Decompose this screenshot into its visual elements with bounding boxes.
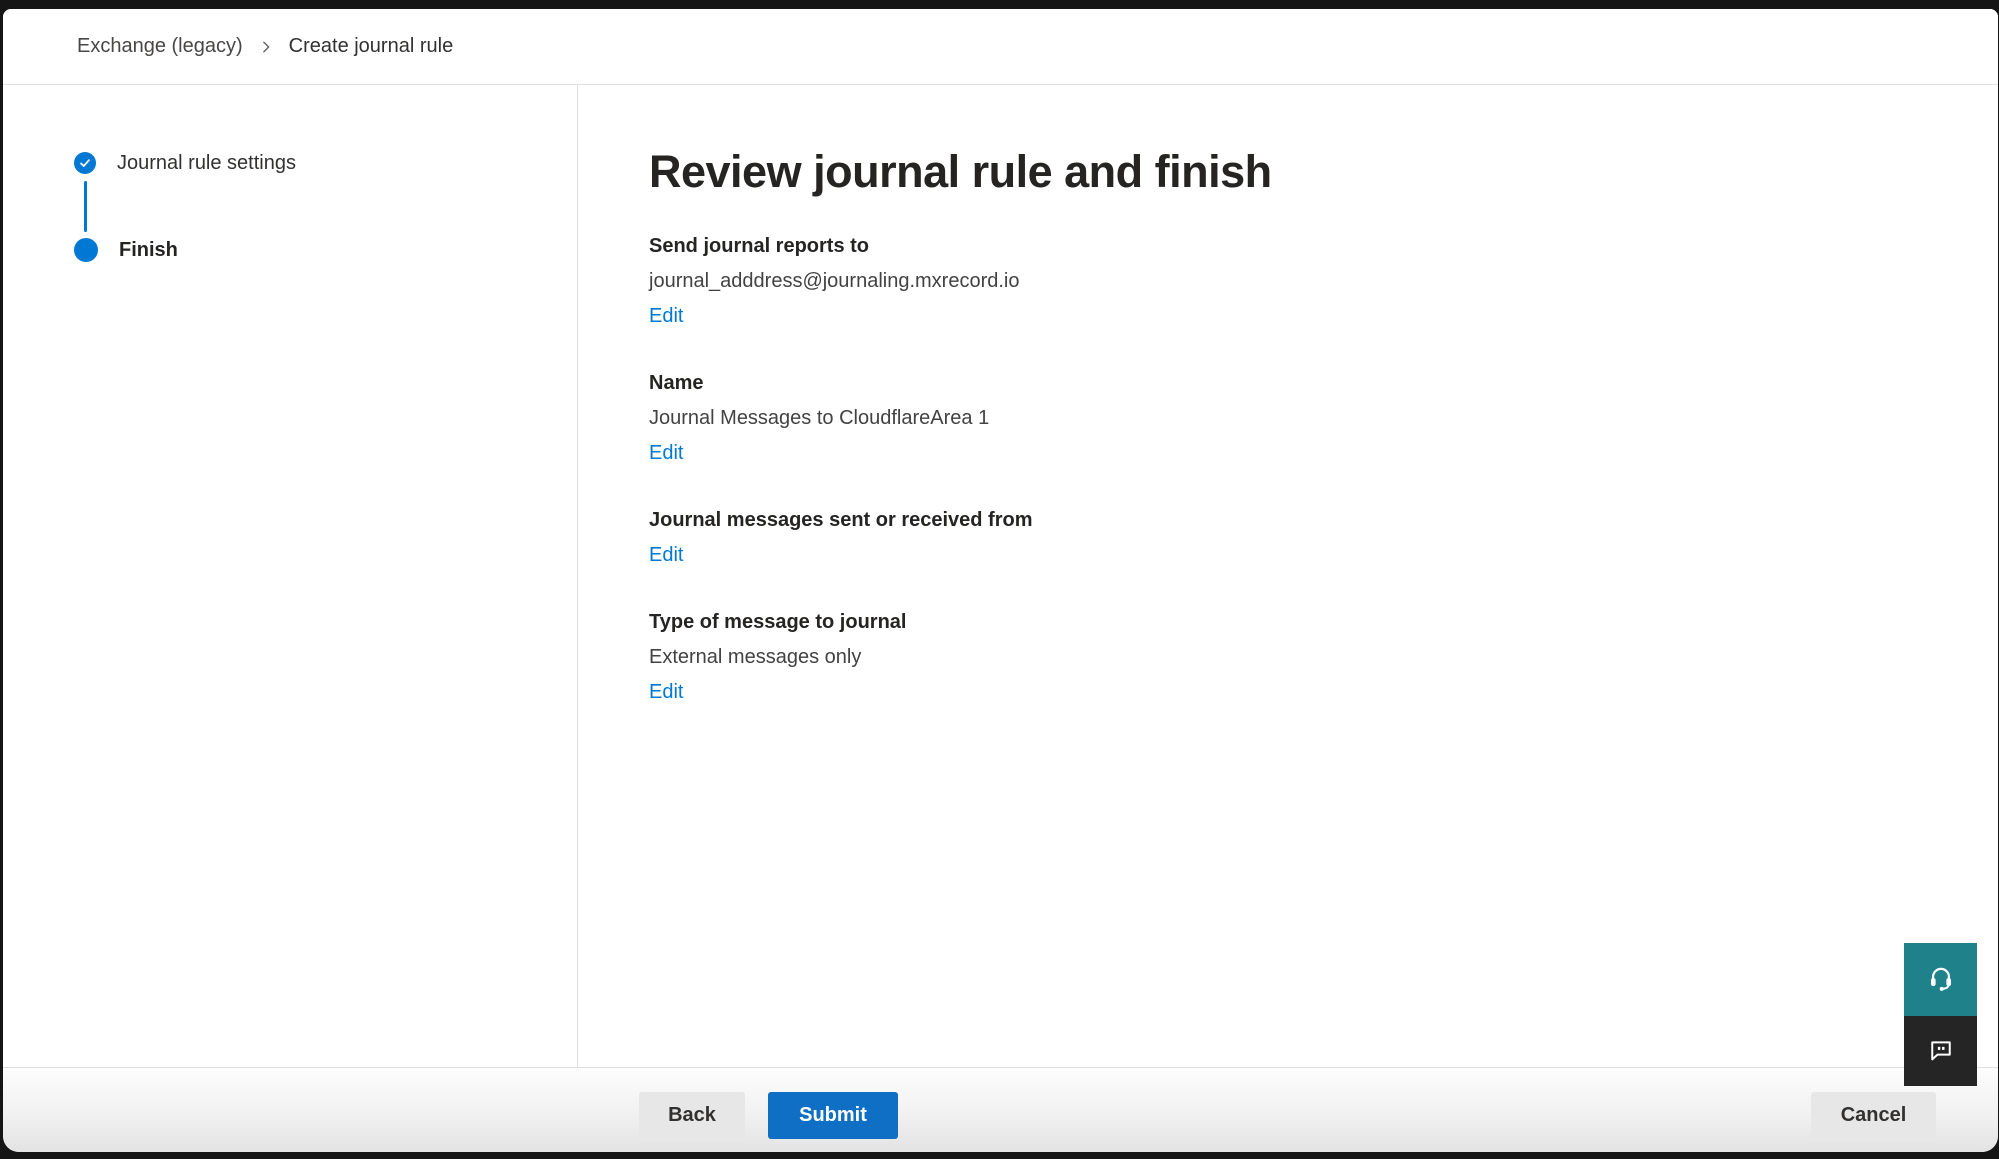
section-label: Type of message to journal: [649, 605, 1958, 640]
journal-report-address: journal_adddress@journaling.mxrecord.io: [649, 264, 1958, 299]
section-name: Name Journal Messages to CloudflareArea …: [649, 366, 1958, 471]
back-button[interactable]: Back: [639, 1092, 745, 1139]
section-journal-messages-from: Journal messages sent or received from E…: [649, 503, 1958, 573]
cancel-button[interactable]: Cancel: [1811, 1092, 1936, 1139]
step-finish: Finish: [74, 236, 577, 264]
chevron-right-icon: [259, 40, 273, 54]
headset-icon: [1927, 964, 1955, 995]
step-completed-check-icon: [74, 152, 96, 174]
edit-send-journal-reports-link[interactable]: Edit: [649, 299, 683, 334]
feedback-button[interactable]: [1904, 1016, 1977, 1086]
floating-action-stack: [1904, 943, 1977, 1086]
wizard-footer: Back Submit Cancel: [3, 1067, 1998, 1152]
step-label: Finish: [119, 236, 178, 264]
section-send-journal-reports-to: Send journal reports to journal_adddress…: [649, 229, 1958, 334]
journal-rule-name: Journal Messages to CloudflareArea 1: [649, 401, 1958, 436]
step-connector-line: [84, 181, 87, 232]
page-title: Review journal rule and finish: [649, 145, 1958, 199]
breadcrumb-bar: Exchange (legacy) Create journal rule: [3, 9, 1998, 85]
breadcrumb-exchange-legacy[interactable]: Exchange (legacy): [77, 35, 243, 58]
section-label: Journal messages sent or received from: [649, 503, 1958, 538]
step-label: Journal rule settings: [117, 149, 296, 177]
chat-bubble-icon: [1927, 1036, 1955, 1067]
edit-journal-messages-from-link[interactable]: Edit: [649, 538, 683, 573]
section-label: Name: [649, 366, 1958, 401]
breadcrumb-current-page: Create journal rule: [289, 35, 454, 58]
message-type-value: External messages only: [649, 640, 1958, 675]
review-panel: Review journal rule and finish Send jour…: [578, 85, 1998, 1067]
breadcrumb: Exchange (legacy) Create journal rule: [77, 35, 453, 58]
app-window: Exchange (legacy) Create journal rule Jo…: [3, 9, 1998, 1152]
submit-button[interactable]: Submit: [768, 1092, 898, 1139]
help-button[interactable]: [1904, 943, 1977, 1016]
step-journal-rule-settings[interactable]: Journal rule settings: [74, 149, 577, 177]
section-label: Send journal reports to: [649, 229, 1958, 264]
edit-name-link[interactable]: Edit: [649, 436, 683, 471]
section-type-of-message: Type of message to journal External mess…: [649, 605, 1958, 710]
wizard-steps-panel: Journal rule settings Finish: [3, 85, 578, 1067]
edit-message-type-link[interactable]: Edit: [649, 675, 683, 710]
step-current-dot-icon: [74, 238, 98, 262]
